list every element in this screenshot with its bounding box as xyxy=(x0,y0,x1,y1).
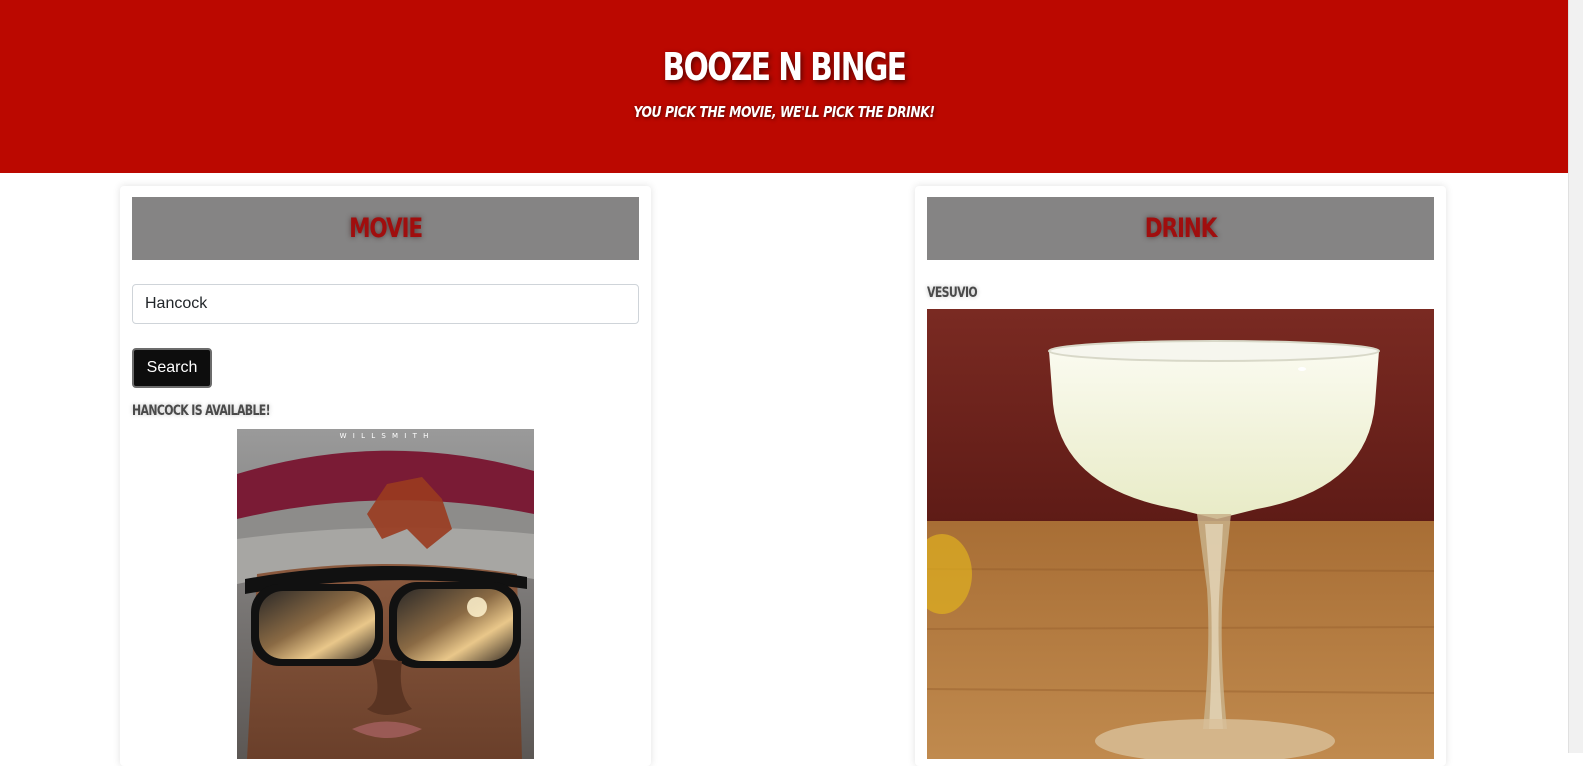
drink-card-header: DRINK xyxy=(927,197,1434,260)
site-header: BOOZE N BINGE YOU PICK THE MOVIE, WE'LL … xyxy=(0,0,1568,173)
movie-poster-image: W I L L S M I T H xyxy=(237,429,534,759)
drink-card-title: DRINK xyxy=(1144,213,1218,244)
movie-card-title: MOVIE xyxy=(349,213,423,244)
drink-image xyxy=(927,309,1434,759)
search-button[interactable]: Search xyxy=(132,348,212,388)
drink-card: DRINK VESUVIO xyxy=(915,186,1446,766)
drink-name: VESUVIO xyxy=(927,285,978,301)
site-title: BOOZE N BINGE xyxy=(662,45,907,89)
movie-availability-text: HANCOCK IS AVAILABLE! xyxy=(132,403,271,419)
poster-credit-text: W I L L S M I T H xyxy=(340,432,431,440)
movie-search-input[interactable] xyxy=(132,284,639,324)
movie-card-header: MOVIE xyxy=(132,197,639,260)
movie-card: MOVIE Search HANCOCK IS AVAILABLE! xyxy=(120,186,651,766)
page-scrollbar[interactable] xyxy=(1568,0,1583,753)
site-tagline: YOU PICK THE MOVIE, WE'LL PICK THE DRINK… xyxy=(633,103,935,121)
